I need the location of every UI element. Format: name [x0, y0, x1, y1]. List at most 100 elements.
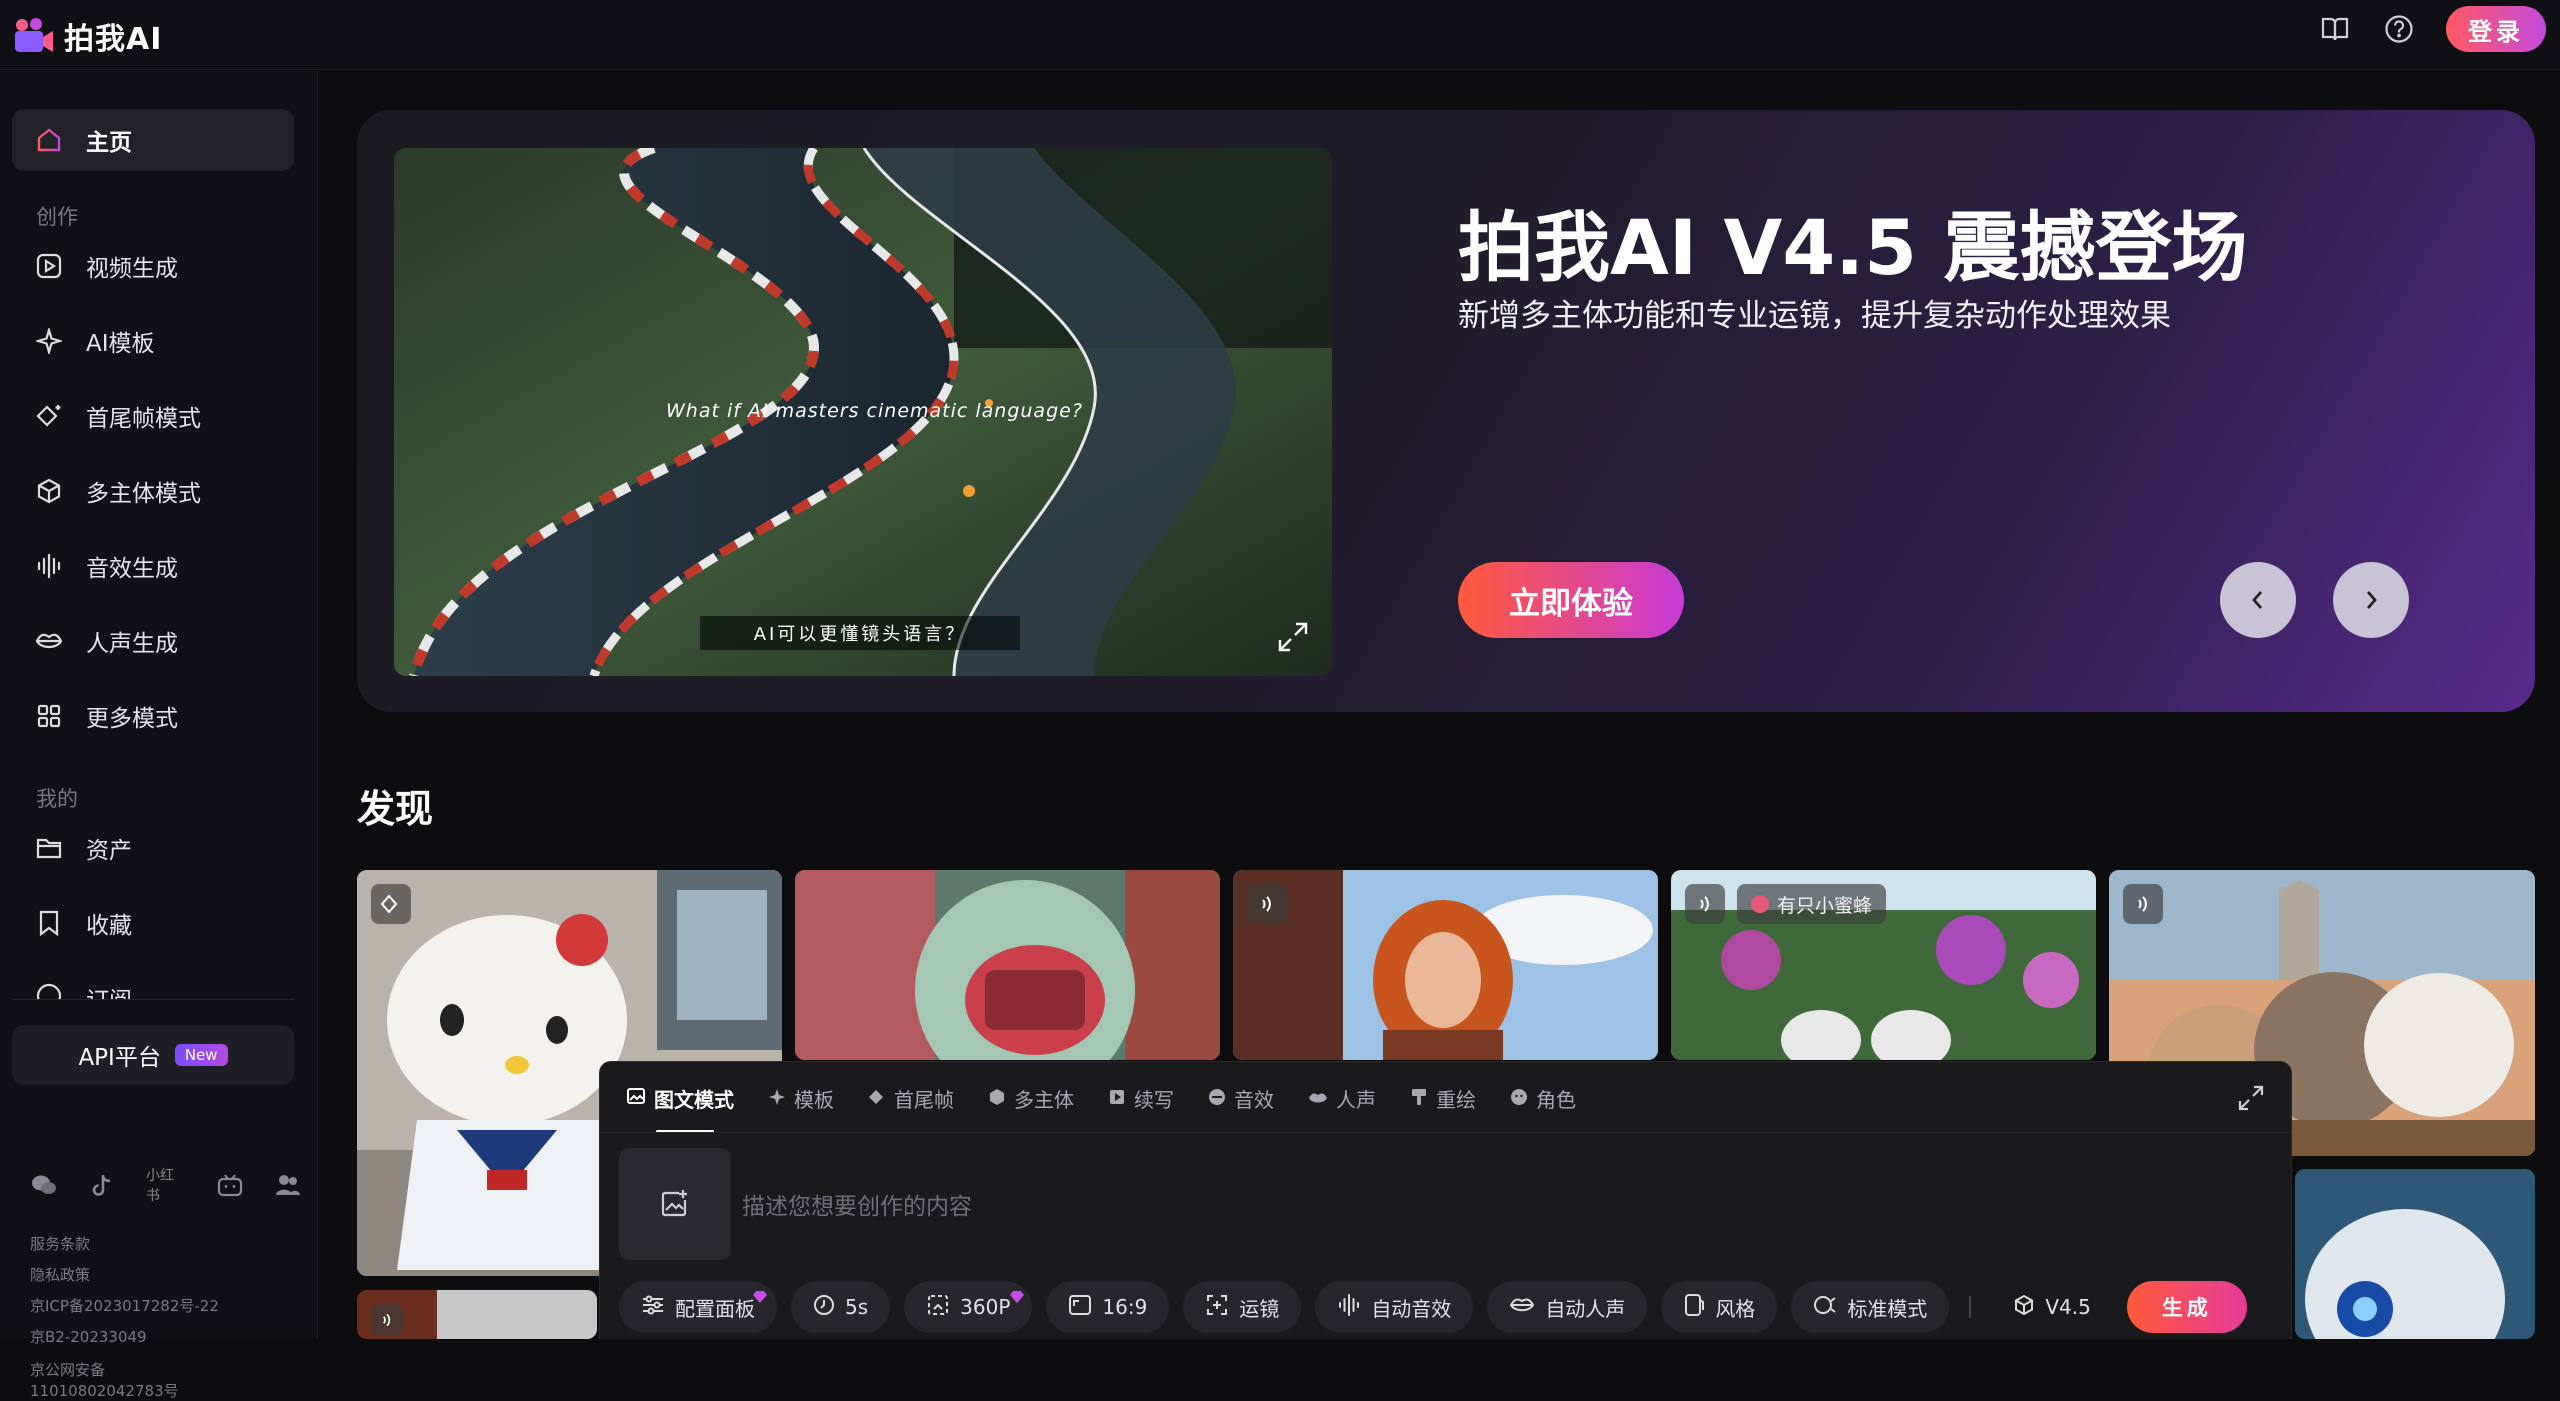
- police-record-text: 京公网安备: [30, 1361, 106, 1379]
- tab-label: 重绘: [1436, 1088, 1476, 1112]
- discover-title: 发现: [357, 787, 434, 831]
- sound-badge: [2123, 884, 2163, 924]
- bilibili-icon[interactable]: [216, 1171, 244, 1199]
- camera-movement-selector[interactable]: 运镜: [1183, 1281, 1302, 1333]
- mode-selector[interactable]: 标准模式: [1791, 1281, 1950, 1333]
- cube-icon: [2013, 1294, 2035, 1321]
- icp-link[interactable]: 京ICP备2023017282号-22: [30, 1291, 219, 1322]
- card-image: [2295, 1169, 2535, 1339]
- footer-links: 服务条款 隐私政策 京ICP备2023017282号-22 京B2-202330…: [30, 1229, 219, 1401]
- lips-icon: [34, 626, 64, 656]
- card-image: [795, 870, 1220, 1060]
- discover-card[interactable]: [357, 1290, 597, 1339]
- sidebar-item-home[interactable]: 主页: [12, 109, 294, 171]
- wechat-icon[interactable]: [30, 1171, 58, 1199]
- sidebar-item-label: AI模板: [86, 331, 155, 357]
- try-now-button[interactable]: 立即体验: [1458, 562, 1684, 638]
- terms-link[interactable]: 服务条款: [30, 1229, 219, 1260]
- sidebar-item-sound-effect[interactable]: 音效生成: [12, 535, 294, 597]
- aspect-ratio-selector[interactable]: 16:9: [1046, 1281, 1170, 1333]
- diamond-icon: [34, 401, 64, 431]
- mode-icon: [1813, 1294, 1837, 1321]
- prompt-input[interactable]: [742, 1187, 2042, 1227]
- tab-character[interactable]: 角色: [1510, 1084, 1576, 1113]
- config-panel-button[interactable]: 配置面板: [619, 1281, 777, 1333]
- hero-video[interactable]: What if AI masters cinematic language? A…: [394, 148, 1332, 676]
- subscribe-icon: [34, 981, 64, 999]
- tab-image-text[interactable]: 图文模式: [626, 1084, 734, 1133]
- auto-sound-toggle[interactable]: 自动音效: [1315, 1281, 1474, 1333]
- first-last-frame-badge: [371, 884, 411, 924]
- tab-label: 模板: [794, 1088, 834, 1112]
- sidebar-item-label: 收藏: [86, 913, 132, 939]
- sidebar-item-multi-subject[interactable]: 多主体模式: [12, 460, 294, 522]
- tiktok-icon[interactable]: [88, 1171, 116, 1199]
- option-label: 自动音效: [1371, 1296, 1452, 1321]
- sliders-icon: [641, 1294, 665, 1321]
- model-version-selector[interactable]: V4.5: [1991, 1294, 2113, 1321]
- sidebar-item-more-modes[interactable]: 更多模式: [12, 685, 294, 747]
- resolution-selector[interactable]: 360P: [904, 1281, 1033, 1333]
- next-slide-button[interactable]: [2333, 562, 2409, 638]
- style-selector[interactable]: 风格: [1661, 1281, 1778, 1333]
- tab-repaint[interactable]: 重绘: [1410, 1084, 1476, 1113]
- logo-icon: [14, 18, 54, 54]
- login-button[interactable]: 登录: [2446, 6, 2546, 52]
- auto-voice-toggle[interactable]: 自动人声: [1487, 1281, 1648, 1333]
- discover-card[interactable]: [2295, 1169, 2535, 1339]
- sidebar-item-favorites[interactable]: 收藏: [12, 892, 294, 954]
- tab-sound[interactable]: 音效: [1208, 1084, 1274, 1113]
- card-author-tag: 有只小蜜蜂: [1737, 884, 1887, 924]
- tab-voice[interactable]: 人声: [1308, 1084, 1376, 1113]
- privacy-link[interactable]: 隐私政策: [30, 1260, 219, 1291]
- discover-card[interactable]: [795, 870, 1220, 1060]
- premium-gem-icon: [753, 1285, 767, 1303]
- discover-card[interactable]: [1233, 870, 1658, 1060]
- card-image: [1233, 870, 1658, 1060]
- new-badge: New: [174, 1044, 228, 1066]
- police-record-number: 11010802042783号: [30, 1382, 179, 1400]
- tab-label: 人声: [1336, 1088, 1376, 1112]
- tab-label: 首尾帧: [894, 1088, 954, 1112]
- sidebar-item-label: 订阅: [86, 981, 132, 999]
- tab-label: 音效: [1234, 1088, 1274, 1112]
- diamond-icon: [868, 1087, 886, 1111]
- tab-first-last-frame[interactable]: 首尾帧: [868, 1084, 954, 1113]
- prev-slide-button[interactable]: [2220, 562, 2296, 638]
- option-label: 配置面板: [675, 1296, 755, 1321]
- image-upload-button[interactable]: [619, 1148, 731, 1260]
- tab-continue[interactable]: 续写: [1108, 1084, 1174, 1113]
- discover-card[interactable]: 有只小蜜蜂: [1671, 870, 2096, 1060]
- logo[interactable]: 拍我AI: [14, 14, 162, 58]
- sidebar-item-assets[interactable]: 资产: [12, 817, 294, 879]
- xiaohongshu-icon[interactable]: 小红书: [146, 1168, 186, 1204]
- tab-multi-subject[interactable]: 多主体: [988, 1084, 1074, 1113]
- book-icon[interactable]: [2318, 12, 2352, 46]
- sidebar-item-voice[interactable]: 人声生成: [12, 610, 294, 672]
- sparkle-icon: [768, 1087, 786, 1111]
- expand-icon[interactable]: [2237, 1084, 2267, 1114]
- sidebar-item-video[interactable]: 视频生成: [12, 235, 294, 297]
- duration-selector[interactable]: 5s: [791, 1281, 891, 1333]
- help-icon[interactable]: [2382, 12, 2416, 46]
- sidebar-item-label: 首尾帧模式: [86, 406, 201, 432]
- sidebar-item-subscribe[interactable]: 订阅: [12, 967, 294, 999]
- sidebar-item-label: 音效生成: [86, 556, 178, 582]
- top-bar: 拍我AI 登录: [0, 0, 2560, 70]
- divider: [12, 999, 294, 1000]
- author-name: 有只小蜜蜂: [1777, 894, 1873, 917]
- sidebar-item-first-last-frame[interactable]: 首尾帧模式: [12, 385, 294, 447]
- sidebar-item-ai-template[interactable]: AI模板: [12, 310, 294, 372]
- bookmark-icon: [34, 908, 64, 938]
- api-platform-button[interactable]: API平台 New: [12, 1025, 294, 1085]
- community-icon[interactable]: [274, 1171, 302, 1199]
- character-icon: [1510, 1087, 1528, 1111]
- generate-button[interactable]: 生成: [2126, 1281, 2247, 1333]
- hero-title: 拍我AI V4.5 震撼登场: [1458, 203, 2248, 292]
- fullscreen-icon[interactable]: [1276, 620, 1310, 654]
- option-label: 16:9: [1102, 1295, 1148, 1319]
- aspect-ratio-icon: [1068, 1294, 1092, 1321]
- tab-label: 角色: [1536, 1088, 1576, 1112]
- sidebar: 主页 创作 视频生成 AI模板 首尾帧模式 多主体模式 音效生成 人声生成 更多…: [0, 71, 318, 1400]
- tab-template[interactable]: 模板: [768, 1084, 834, 1113]
